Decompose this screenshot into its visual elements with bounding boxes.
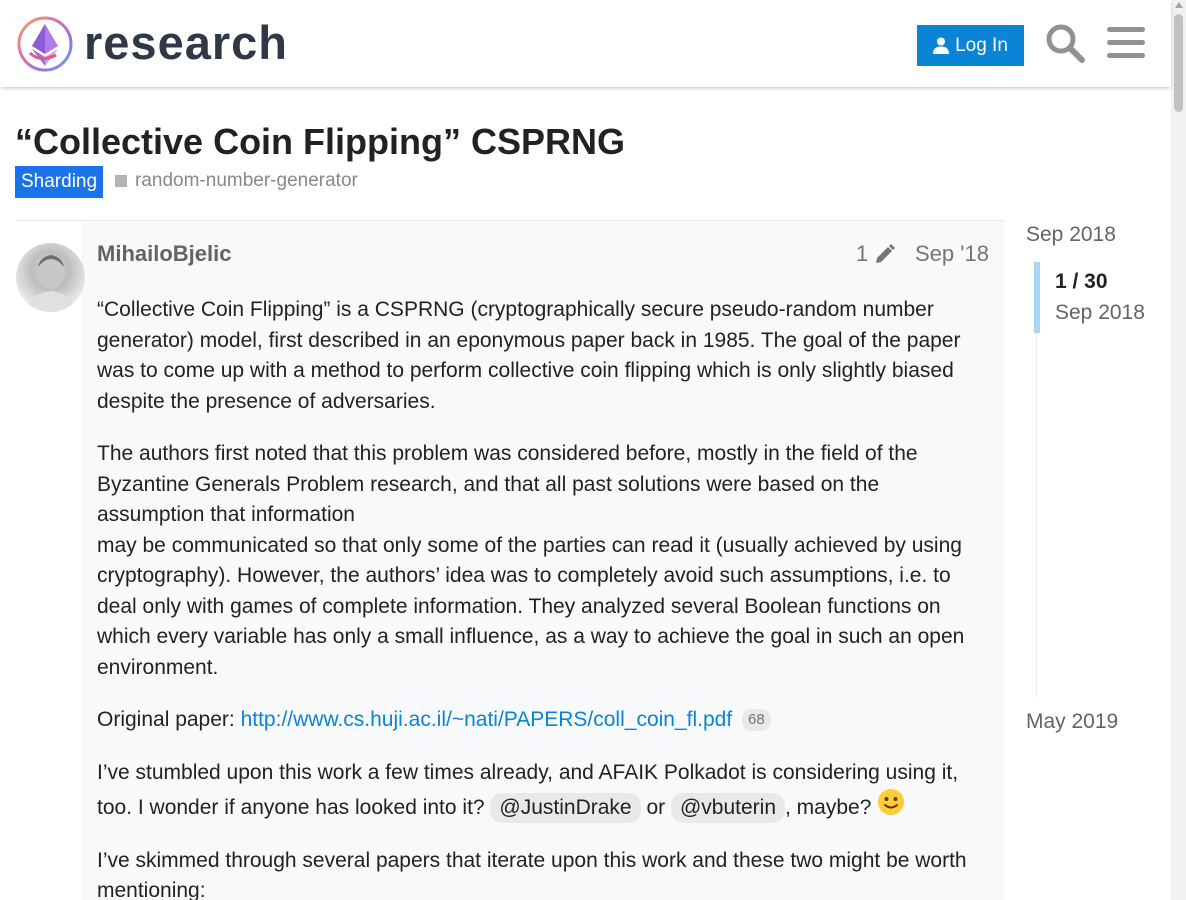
site-logo[interactable] bbox=[16, 15, 74, 73]
slight-smile-emoji-icon bbox=[878, 789, 905, 815]
post-text: Original paper: bbox=[97, 708, 241, 731]
topic-title[interactable]: “Collective Coin Flipping” CSPRNG bbox=[15, 122, 625, 162]
link-click-count: 68 bbox=[742, 709, 771, 731]
site-name[interactable]: research bbox=[84, 14, 288, 72]
post-paragraph: “Collective Coin Flipping” is a CSPRNG (… bbox=[97, 298, 961, 413]
timeline-handle[interactable] bbox=[1034, 262, 1040, 333]
user-icon bbox=[933, 37, 950, 54]
post-text: or bbox=[640, 796, 671, 819]
post-text: , maybe? bbox=[785, 796, 878, 819]
pencil-icon bbox=[876, 244, 896, 263]
timeline-position: 1 / 30 bbox=[1055, 270, 1108, 293]
mention-justindrake[interactable]: @JustinDrake bbox=[490, 793, 641, 823]
tag-square-icon bbox=[115, 175, 127, 187]
mention-vbuterin[interactable]: @vbuterin bbox=[670, 793, 785, 823]
post-text: The authors first noted that this proble… bbox=[97, 442, 918, 526]
post-paragraph: I’ve skimmed through several papers that… bbox=[97, 848, 967, 900]
edit-history-button[interactable]: 1 bbox=[856, 239, 896, 269]
post-body: “Collective Coin Flipping” is a CSPRNG (… bbox=[97, 295, 987, 900]
login-button-label: Log In bbox=[955, 34, 1008, 56]
avatar[interactable] bbox=[16, 243, 85, 312]
login-button[interactable]: Log In bbox=[917, 25, 1024, 66]
topic-tag[interactable]: random-number-generator bbox=[115, 166, 358, 196]
category-badge[interactable]: Sharding bbox=[15, 166, 104, 198]
scroll-up-arrow-icon[interactable] bbox=[1175, 2, 1183, 8]
post-date[interactable]: Sep '18 bbox=[915, 239, 989, 269]
tag-label: random-number-generator bbox=[135, 170, 358, 191]
timeline-start-date[interactable]: Sep 2018 bbox=[1026, 221, 1116, 249]
edit-count: 1 bbox=[856, 241, 869, 266]
page-scrollbar[interactable] bbox=[1171, 0, 1186, 900]
post-text: may be communicated so that only some of… bbox=[97, 533, 965, 679]
post-paragraph: The authors first noted that this proble… bbox=[97, 439, 987, 683]
timeline-current-date: Sep 2018 bbox=[1055, 301, 1145, 324]
paper-link[interactable]: http://www.cs.huji.ac.il/~nati/PAPERS/co… bbox=[241, 708, 733, 731]
post-author[interactable]: MihailoBjelic bbox=[97, 239, 231, 269]
scrollbar-thumb[interactable] bbox=[1174, 14, 1183, 112]
post-paragraph: Original paper: http://www.cs.huji.ac.il… bbox=[97, 705, 987, 736]
hamburger-menu-icon[interactable] bbox=[1103, 20, 1149, 66]
post-paragraph: I’ve stumbled upon this work a few times… bbox=[97, 758, 987, 824]
search-icon[interactable] bbox=[1042, 20, 1088, 66]
site-header: research Log In bbox=[0, 0, 1171, 87]
timeline-end-date[interactable]: May 2019 bbox=[1026, 708, 1118, 736]
